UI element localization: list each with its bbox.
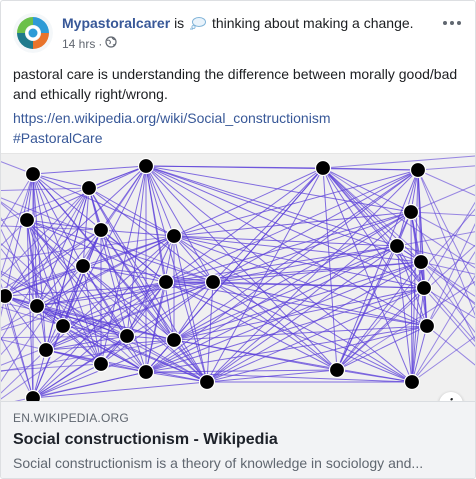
- graph-edge: [145, 245, 398, 373]
- graph-edge: [322, 155, 475, 169]
- graph-node: [314, 159, 332, 177]
- post-header: Mypastoralcarer is thinking about making…: [13, 11, 463, 55]
- graph-node: [415, 279, 433, 297]
- link-description: Social constructionism is a theory of kn…: [13, 455, 424, 471]
- graph-node: [28, 297, 46, 315]
- graph-node: [54, 317, 72, 335]
- graph-node: [328, 361, 346, 379]
- graph-node: [137, 157, 155, 175]
- verb-is: is: [174, 15, 185, 31]
- graph-node: [204, 273, 222, 291]
- graph-node: [157, 273, 175, 291]
- feeling-text: thinking about making a change.: [211, 15, 414, 31]
- globe-icon[interactable]: [105, 36, 117, 52]
- post-body: pastoral care is understanding the diffe…: [13, 66, 458, 102]
- graph-edge: [173, 235, 208, 383]
- graph-node: [165, 227, 183, 245]
- graph-node: [18, 211, 36, 229]
- graph-edge: [417, 169, 475, 317]
- author-name[interactable]: Mypastoralcarer: [62, 15, 170, 31]
- graph-node: [137, 363, 155, 381]
- feed-post: Mypastoralcarer is thinking about making…: [0, 0, 476, 479]
- avatar-logo-icon: [13, 13, 53, 53]
- author-avatar[interactable]: [13, 13, 53, 53]
- post-links: https://en.wikipedia.org/wiki/Social_con…: [13, 108, 463, 148]
- graph-node: [92, 355, 110, 373]
- graph-edge: [145, 369, 338, 373]
- graph-edge: [1, 295, 6, 318]
- graph-edge: [336, 245, 398, 371]
- graph-node: [403, 373, 421, 391]
- network-graph-image: [1, 155, 475, 401]
- graph-edge: [410, 184, 475, 213]
- graph-edges: [1, 155, 475, 401]
- graph-node: [80, 179, 98, 197]
- graph-node: [24, 389, 42, 401]
- link-domain: EN.WIKIPEDIA.ORG: [13, 411, 129, 425]
- more-options-icon[interactable]: [439, 13, 465, 33]
- graph-node: [412, 253, 430, 271]
- hashtag-link[interactable]: #PastoralCare: [13, 128, 463, 148]
- link-preview-meta[interactable]: EN.WIKIPEDIA.ORG Social constructionism …: [1, 401, 475, 478]
- thought-balloon-icon: [190, 16, 207, 34]
- header-text: Mypastoralcarer is thinking about making…: [62, 14, 423, 52]
- graph-node: [198, 373, 216, 391]
- graph-edge: [417, 165, 475, 171]
- link-title[interactable]: Social constructionism - Wikipedia: [13, 429, 465, 451]
- timestamp[interactable]: 14 hrs: [62, 36, 95, 52]
- graph-node: [165, 331, 183, 349]
- graph-node: [402, 203, 420, 221]
- meta-separator: ·: [98, 37, 103, 51]
- graph-edge: [145, 371, 413, 383]
- graph-node: [1, 287, 14, 305]
- post-link-url[interactable]: https://en.wikipedia.org/wiki/Social_con…: [13, 108, 463, 128]
- post-meta: 14 hrs ·: [62, 36, 423, 52]
- graph-node: [388, 237, 406, 255]
- graph-edge: [410, 211, 413, 383]
- graph-node: [118, 327, 136, 345]
- graph-node: [37, 341, 55, 359]
- graph-edge: [206, 369, 338, 383]
- header-title-line: Mypastoralcarer is thinking about making…: [62, 14, 423, 34]
- graph-node: [409, 161, 427, 179]
- graph-node: [74, 257, 92, 275]
- graph-edge: [145, 165, 413, 383]
- graph-node: [92, 221, 110, 239]
- graph-node: [418, 317, 436, 335]
- link-preview-image[interactable]: [1, 153, 475, 401]
- graph-edge: [14, 371, 147, 401]
- graph-node: [24, 165, 42, 183]
